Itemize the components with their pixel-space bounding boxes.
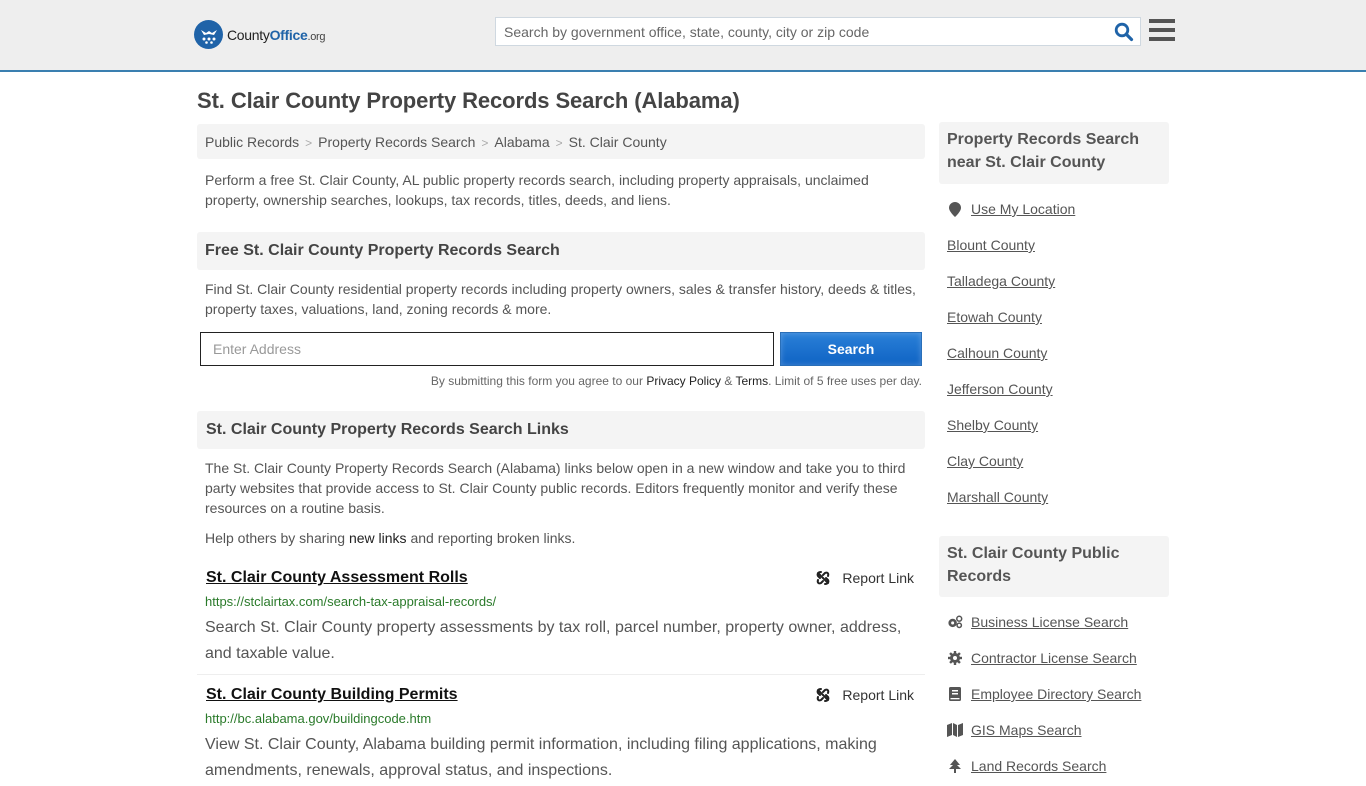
terms-link[interactable]: Terms: [735, 374, 768, 388]
site-header: CountyOffice.org: [0, 0, 1366, 72]
logo-eagle-icon: [194, 20, 223, 49]
disclaimer-text: &: [721, 374, 736, 388]
nearby-county-item: Shelby County: [947, 417, 1038, 433]
page-title: St. Clair County Property Records Search…: [197, 88, 740, 113]
contractor-license-search-link[interactable]: Contractor License Search: [971, 650, 1137, 666]
nearby-county-item: Talladega County: [947, 273, 1055, 289]
public-records-item: GIS Maps Search: [947, 722, 1082, 738]
logo[interactable]: CountyOffice.org: [194, 20, 326, 49]
nearby-county-link[interactable]: Marshall County: [947, 489, 1048, 505]
report-link-button[interactable]: Report Link: [815, 570, 914, 586]
business-license-search-link[interactable]: Business License Search: [971, 614, 1128, 630]
nearby-county-link[interactable]: Clay County: [947, 453, 1023, 469]
nearby-county-link[interactable]: Etowah County: [947, 309, 1042, 325]
link-title[interactable]: St. Clair County Building Permits: [206, 686, 458, 704]
privacy-policy-link[interactable]: Privacy Policy: [646, 374, 721, 388]
book-icon: [947, 686, 963, 702]
nearby-heading: Property Records Search near St. Clair C…: [939, 122, 1169, 184]
nearby-county-item: Clay County: [947, 453, 1023, 469]
cogs-icon: [947, 614, 963, 630]
link-url[interactable]: https://stclairtax.com/search-tax-apprai…: [205, 594, 496, 609]
use-my-location-link[interactable]: Use My Location: [971, 201, 1075, 217]
form-disclaimer: By submitting this form you agree to our…: [380, 374, 922, 388]
help-text: Help others by sharing new links and rep…: [205, 528, 920, 548]
nearby-county-item: Jefferson County: [947, 381, 1053, 397]
free-search-description: Find St. Clair County residential proper…: [205, 281, 916, 317]
nearby-county-item: Blount County: [947, 237, 1035, 253]
link-description: View St. Clair County, Alabama building …: [205, 736, 877, 779]
search-icon[interactable]: [1114, 22, 1134, 42]
disclaimer-text: By submitting this form you agree to our: [430, 374, 647, 388]
nearby-county-link[interactable]: Talladega County: [947, 273, 1055, 289]
help-text-prefix: Help others by sharing: [205, 530, 349, 546]
link-item: St. Clair County Assessment Rolls Report…: [197, 569, 925, 669]
use-my-location[interactable]: Use My Location: [947, 201, 1075, 217]
links-section-description: The St. Clair County Property Records Se…: [205, 460, 906, 516]
tree-icon: [947, 758, 963, 774]
nearby-county-item: Etowah County: [947, 309, 1042, 325]
address-search-button[interactable]: Search: [780, 332, 922, 366]
public-records-heading: St. Clair County Public Records: [939, 536, 1169, 597]
gear-icon: [947, 650, 963, 666]
link-description: Search St. Clair County property assessm…: [205, 619, 902, 662]
nearby-county-link[interactable]: Shelby County: [947, 417, 1038, 433]
breadcrumb-separator: >: [305, 136, 313, 150]
new-links-link[interactable]: new links: [349, 530, 407, 546]
free-search-heading: Free St. Clair County Property Records S…: [197, 232, 925, 270]
link-item: St. Clair County Building Permits Report…: [197, 686, 925, 786]
nearby-county-link[interactable]: Calhoun County: [947, 345, 1047, 361]
land-records-search-link[interactable]: Land Records Search: [971, 758, 1106, 774]
address-input[interactable]: [200, 332, 774, 366]
divider: [197, 674, 925, 675]
link-url[interactable]: http://bc.alabama.gov/buildingcode.htm: [205, 711, 431, 726]
map-icon: [947, 722, 963, 738]
employee-directory-search-link[interactable]: Employee Directory Search: [971, 686, 1141, 702]
report-link-label: Report Link: [842, 570, 914, 586]
gis-maps-search-link[interactable]: GIS Maps Search: [971, 722, 1082, 738]
breadcrumb-county[interactable]: St. Clair County: [569, 134, 667, 150]
breadcrumb-property-records[interactable]: Property Records Search: [318, 134, 475, 150]
broken-link-icon: [817, 688, 830, 702]
report-link-button[interactable]: Report Link: [815, 687, 914, 703]
nearby-county-item: Calhoun County: [947, 345, 1047, 361]
hamburger-menu-icon[interactable]: [1149, 19, 1175, 41]
map-marker-icon: [947, 201, 963, 217]
breadcrumb-public-records[interactable]: Public Records: [205, 134, 299, 150]
breadcrumb-alabama[interactable]: Alabama: [494, 134, 549, 150]
nearby-county-item: Marshall County: [947, 489, 1048, 505]
link-title[interactable]: St. Clair County Assessment Rolls: [206, 569, 468, 587]
disclaimer-text: . Limit of 5 free uses per day.: [768, 374, 922, 388]
public-records-item: Business License Search: [947, 614, 1128, 630]
breadcrumb-separator: >: [481, 136, 489, 150]
report-link-label: Report Link: [842, 687, 914, 703]
broken-link-icon: [817, 571, 830, 585]
public-records-item: Land Records Search: [947, 758, 1106, 774]
logo-text: CountyOffice.org: [227, 26, 326, 43]
public-records-item: Employee Directory Search: [947, 686, 1141, 702]
nearby-county-link[interactable]: Blount County: [947, 237, 1035, 253]
intro-text: Perform a free St. Clair County, AL publ…: [205, 172, 869, 208]
site-search: [495, 17, 1141, 46]
public-records-item: Contractor License Search: [947, 650, 1137, 666]
site-search-input[interactable]: [496, 18, 1106, 45]
help-text-suffix: and reporting broken links.: [406, 530, 576, 546]
breadcrumb-separator: >: [555, 136, 563, 150]
links-section-heading: St. Clair County Property Records Search…: [197, 411, 925, 449]
breadcrumb: Public Records > Property Records Search > A…: [197, 124, 925, 159]
nearby-county-link[interactable]: Jefferson County: [947, 381, 1053, 397]
